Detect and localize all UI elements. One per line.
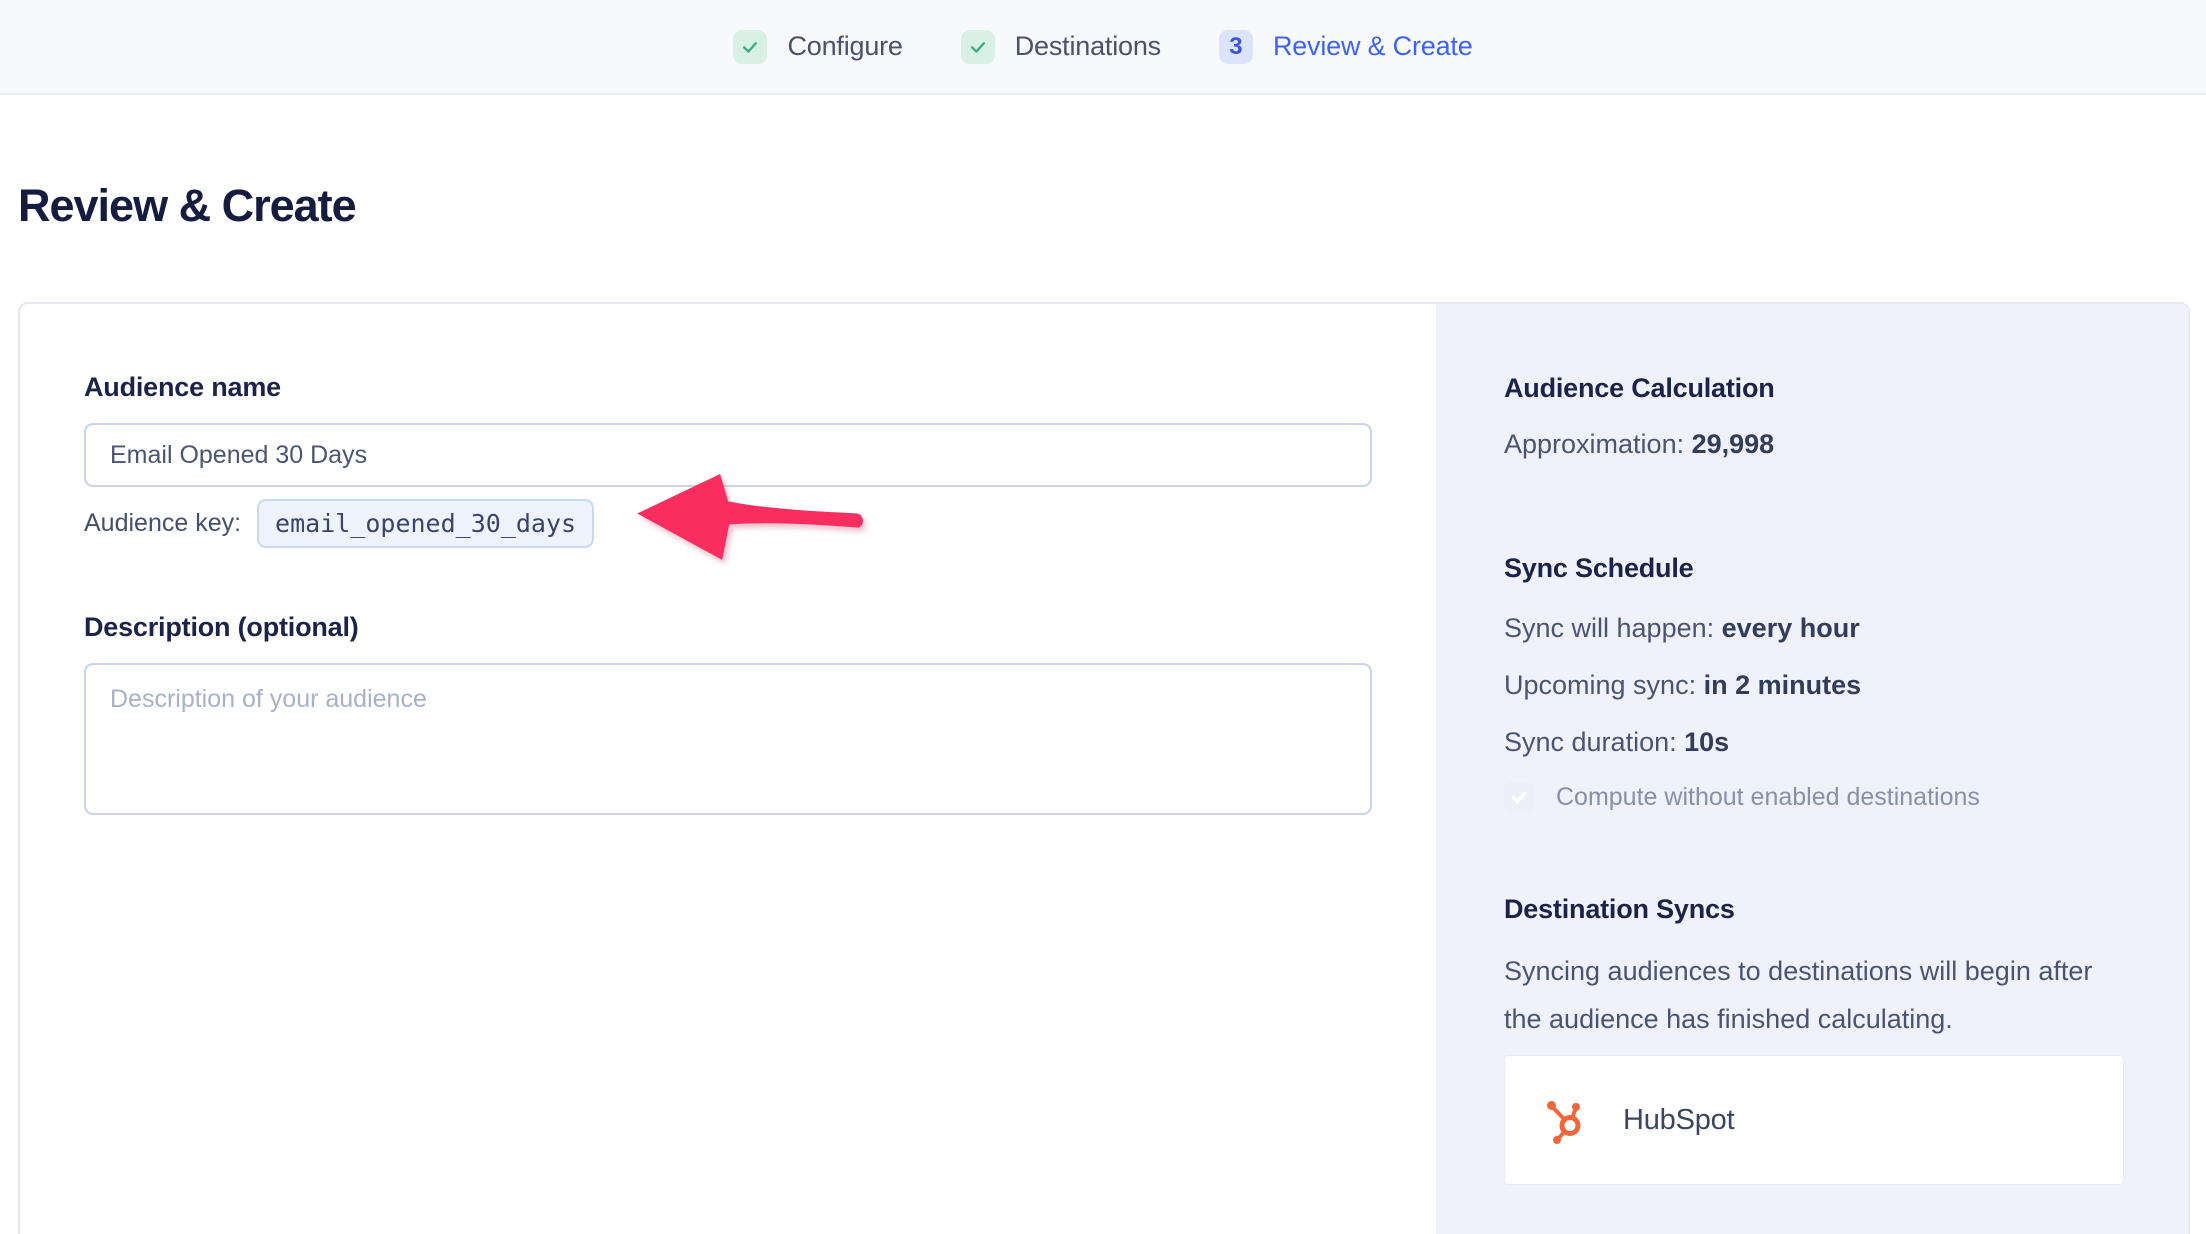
step-label: Review & Create bbox=[1273, 31, 1473, 62]
compute-without-destinations-row: Compute without enabled destinations bbox=[1504, 782, 2118, 812]
compute-without-destinations-checkbox[interactable] bbox=[1504, 782, 1534, 812]
step-number-badge: 3 bbox=[1219, 30, 1253, 64]
sync-duration-label: Sync duration: bbox=[1504, 727, 1677, 757]
step-configure[interactable]: Configure bbox=[733, 30, 902, 64]
step-label: Destinations bbox=[1015, 31, 1161, 62]
destination-card-hubspot[interactable]: HubSpot bbox=[1504, 1055, 2124, 1185]
sync-duration-value: 10s bbox=[1684, 727, 1729, 757]
summary-sidebar: Audience Calculation Approximation: 29,9… bbox=[1436, 304, 2188, 1234]
step-complete-badge bbox=[961, 30, 995, 64]
description-textarea[interactable] bbox=[84, 663, 1372, 815]
destination-syncs-description: Syncing audiences to destinations will b… bbox=[1504, 947, 2114, 1043]
check-icon bbox=[1509, 787, 1529, 807]
sync-duration-line: Sync duration: 10s bbox=[1504, 726, 2118, 758]
approximation-line: Approximation: 29,998 bbox=[1504, 428, 2118, 460]
destination-name: HubSpot bbox=[1623, 1104, 1734, 1137]
hubspot-logo-icon bbox=[1543, 1096, 1591, 1144]
compute-without-destinations-label: Compute without enabled destinations bbox=[1556, 783, 1980, 812]
audience-key-row: Audience key: email_opened_30_days bbox=[84, 499, 1372, 548]
page-title: Review & Create bbox=[18, 179, 2206, 233]
review-card: Audience name Audience key: email_opened… bbox=[18, 302, 2190, 1234]
step-destinations[interactable]: Destinations bbox=[961, 30, 1161, 64]
upcoming-sync-value: in 2 minutes bbox=[1704, 670, 1862, 700]
audience-calculation-heading: Audience Calculation bbox=[1504, 372, 2118, 404]
step-complete-badge bbox=[733, 30, 767, 64]
audience-key-chip: email_opened_30_days bbox=[257, 499, 594, 548]
review-create-screen: Configure Destinations 3 Review & Create… bbox=[0, 0, 2206, 1234]
check-icon bbox=[740, 37, 760, 57]
sync-will-happen-label: Sync will happen: bbox=[1504, 613, 1714, 643]
audience-key-label: Audience key: bbox=[84, 509, 241, 538]
sync-will-happen-value: every hour bbox=[1722, 613, 1860, 643]
step-label: Configure bbox=[787, 31, 902, 62]
check-icon bbox=[968, 37, 988, 57]
audience-name-label: Audience name bbox=[84, 372, 1372, 403]
upcoming-sync-label: Upcoming sync: bbox=[1504, 670, 1696, 700]
sync-will-happen-line: Sync will happen: every hour bbox=[1504, 612, 2118, 644]
step-review-create[interactable]: 3 Review & Create bbox=[1219, 30, 1473, 64]
destination-syncs-heading: Destination Syncs bbox=[1504, 893, 2118, 925]
sync-schedule-heading: Sync Schedule bbox=[1504, 552, 2118, 584]
wizard-stepper: Configure Destinations 3 Review & Create bbox=[733, 30, 1472, 64]
description-label: Description (optional) bbox=[84, 612, 1372, 643]
approximation-value: 29,998 bbox=[1692, 429, 1775, 459]
wizard-stepper-bar: Configure Destinations 3 Review & Create bbox=[0, 0, 2206, 95]
approximation-label: Approximation: bbox=[1504, 429, 1684, 459]
audience-form: Audience name Audience key: email_opened… bbox=[20, 304, 1436, 1234]
upcoming-sync-line: Upcoming sync: in 2 minutes bbox=[1504, 669, 2118, 701]
audience-name-input[interactable] bbox=[84, 423, 1372, 487]
